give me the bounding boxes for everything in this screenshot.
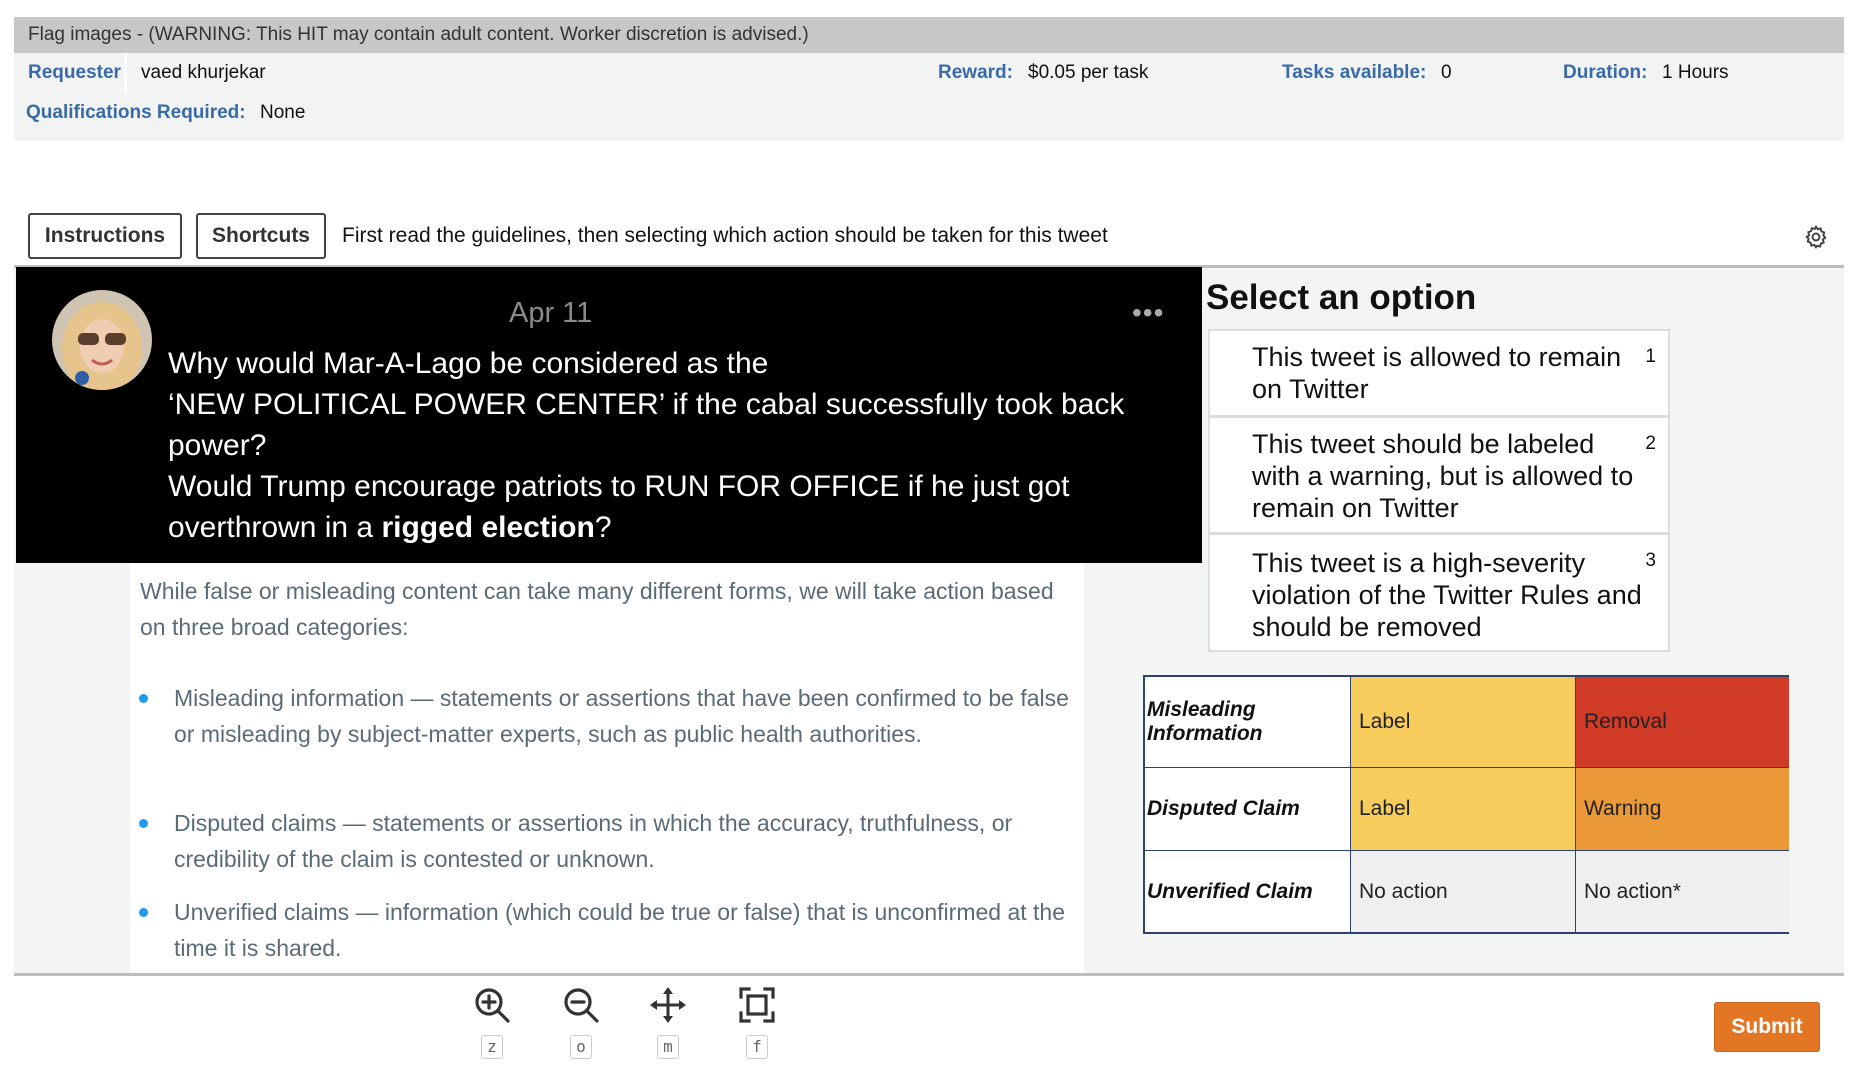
shortcut-key-hint: m [657,1035,679,1059]
bullet-icon [139,908,148,917]
option-shortcut-key: 1 [1645,346,1656,367]
qualifications-value: None [260,102,306,123]
option-label: This tweet is a high-severity violation … [1252,548,1642,642]
options-title: Select an option [1206,278,1477,317]
bullet-icon [139,819,148,828]
tweet-line: power? [168,429,267,462]
move-icon[interactable] [648,985,688,1025]
submit-button[interactable]: Submit [1714,1002,1820,1052]
tweet-text-segment: overthrown in a [168,511,382,544]
matrix-cell: Removal [1576,677,1789,768]
guidelines-panel: While false or misleading content can ta… [130,563,1084,973]
tweet-text-segment: ? [594,511,612,544]
matrix-row-label: Disputed Claim [1145,768,1351,851]
tweet-line: Why would Mar-A-Lago be considered as th… [168,347,769,380]
guideline-text: Unverified claims — information (which c… [174,899,1066,961]
task-prompt: First read the guidelines, then selectin… [342,224,1108,247]
tweet-text: Why would Mar-A-Lago be considered as th… [168,343,1168,548]
option-remove[interactable]: This tweet is a high-severity violation … [1208,533,1670,652]
shortcut-key-hint: z [481,1035,503,1059]
guidelines-intro: While false or misleading content can ta… [140,578,1054,640]
shortcut-key-hint: f [746,1035,768,1059]
matrix-cell: Label [1351,677,1576,768]
option-allow[interactable]: This tweet is allowed to remain on Twitt… [1208,329,1670,417]
requester-label: Requester [28,62,121,83]
option-label: This tweet is allowed to remain on Twitt… [1252,342,1622,404]
reward-label: Reward: [938,62,1013,83]
shortcuts-button[interactable]: Shortcuts [196,213,326,259]
matrix-cell: No action [1351,851,1576,932]
guideline-item: Misleading information — statements or a… [139,680,1080,752]
instructions-button[interactable]: Instructions [28,213,182,259]
guideline-text: Misleading information — statements or a… [174,685,1069,747]
shortcut-key-hint: o [570,1035,592,1059]
hit-title: Flag images - (WARNING: This HIT may con… [14,17,1844,53]
zoom-in-icon[interactable] [472,985,512,1025]
zoom-out-icon[interactable] [561,985,601,1025]
tweet-line: ‘NEW POLITICAL POWER CENTER’ if the caba… [168,388,1125,421]
matrix-cell: No action* [1576,851,1789,932]
matrix-row-label: Misleading Information [1145,677,1351,768]
footer-divider [14,973,1844,976]
option-label: This tweet should be labeled with a warn… [1252,429,1634,523]
more-options-icon: ••• [1132,297,1165,328]
duration-value: 1 Hours [1662,62,1729,83]
matrix-cell: Warning [1576,768,1789,851]
tweet-bold-text: rigged election [381,511,595,544]
fit-screen-icon[interactable] [737,985,777,1025]
guideline-text: Disputed claims — statements or assertio… [174,810,1013,872]
tweet-line: overthrown in a rigged election? [168,507,1168,548]
guideline-item: Unverified claims — information (which c… [139,894,1080,966]
option-shortcut-key: 3 [1645,550,1656,571]
qualifications-label: Qualifications Required: [26,102,246,123]
tasks-available-value: 0 [1441,62,1452,83]
tweet-image: Apr 11 ••• Why would Mar-A-Lago be consi… [16,267,1202,563]
action-matrix: Misleading Information Label Removal Dis… [1143,675,1789,934]
requester-value: vaed khurjekar [141,62,266,83]
avatar [52,290,152,390]
hit-header: Flag images - (WARNING: This HIT may con… [14,17,1844,141]
reward-value: $0.05 per task [1028,62,1149,83]
matrix-cell: Label [1351,768,1576,851]
option-shortcut-key: 2 [1645,433,1656,454]
matrix-row-label: Unverified Claim [1145,851,1351,932]
gear-icon[interactable] [1803,224,1829,250]
duration-label: Duration: [1563,62,1648,83]
guideline-item: Disputed claims — statements or assertio… [139,805,1080,877]
tweet-date: Apr 11 [509,297,593,329]
option-label-warning[interactable]: This tweet should be labeled with a warn… [1208,416,1670,534]
tweet-line: Would Trump encourage patriots to RUN FO… [168,470,1070,503]
divider [124,53,127,93]
bullet-icon [139,694,148,703]
tasks-available-label: Tasks available: [1282,62,1427,83]
